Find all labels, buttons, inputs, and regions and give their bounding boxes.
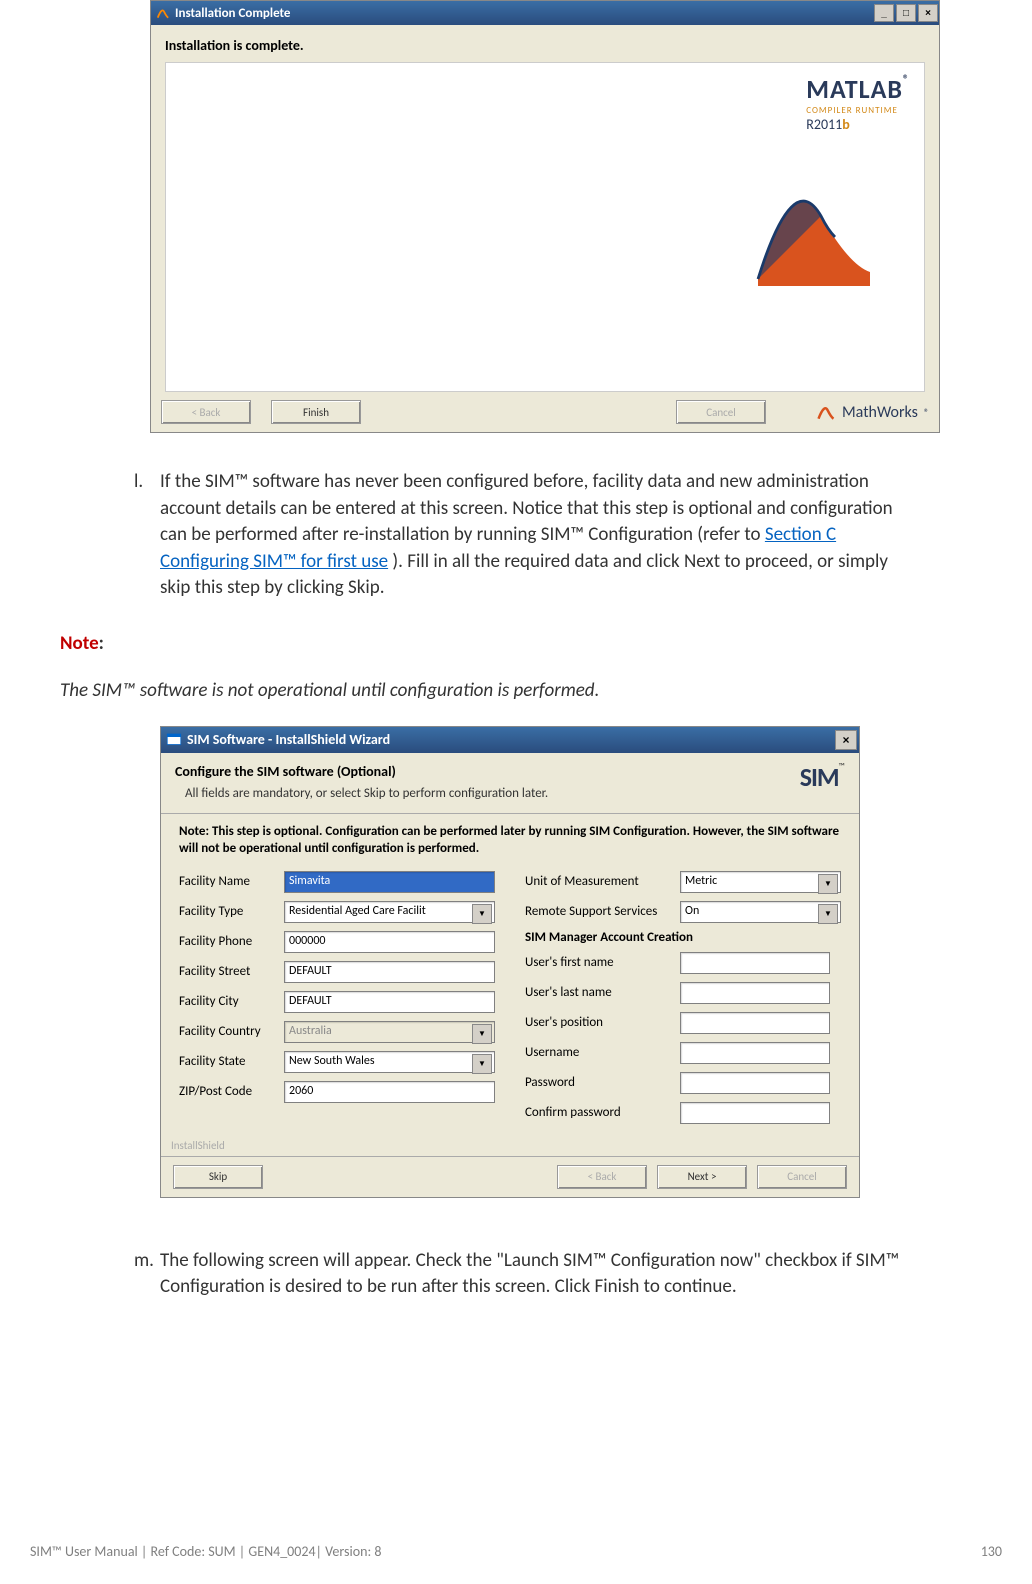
cancel-button-2: Cancel (757, 1165, 847, 1189)
confirm-password-label: Confirm password (525, 1105, 680, 1120)
window2-close-button[interactable]: × (835, 730, 857, 750)
matlab-wave-graphic (744, 153, 884, 293)
close-button[interactable]: × (918, 4, 938, 22)
password-label: Password (525, 1075, 680, 1090)
first-name-input[interactable] (680, 952, 830, 974)
maximize-button[interactable]: □ (896, 4, 916, 22)
cancel-button: Cancel (676, 400, 766, 424)
window2-titlebar: SIM Software - InstallShield Wizard × (161, 727, 859, 753)
username-input[interactable] (680, 1042, 830, 1064)
config-optional-note: Note: This step is optional. Configurati… (179, 824, 841, 858)
list-item-m: m. The following screen will appear. Che… (110, 1248, 922, 1301)
facility-phone-label: Facility Phone (179, 934, 284, 949)
facility-type-label: Facility Type (179, 904, 284, 919)
position-input[interactable] (680, 1012, 830, 1034)
last-name-label: User's last name (525, 985, 680, 1000)
matlab-installer-window: Installation Complete _ □ × Installation… (150, 0, 940, 433)
facility-state-dropdown[interactable]: New South Wales (284, 1051, 495, 1073)
facility-name-label: Facility Name (179, 874, 284, 889)
position-label: User's position (525, 1015, 680, 1030)
installshield-icon (165, 731, 183, 749)
facility-city-input[interactable]: DEFAULT (284, 991, 495, 1013)
window2-title: SIM Software - InstallShield Wizard (187, 731, 390, 748)
username-label: Username (525, 1045, 680, 1060)
remote-support-label: Remote Support Services (525, 904, 680, 919)
first-name-label: User's first name (525, 955, 680, 970)
list-item-l: l. If the SIM™ software has never been c… (110, 469, 922, 602)
window1-main-panel: MATLAB® COMPILER RUNTIME R2011b (165, 62, 925, 392)
remote-support-dropdown[interactable]: On (680, 901, 841, 923)
facility-street-input[interactable]: DEFAULT (284, 961, 495, 983)
last-name-input[interactable] (680, 982, 830, 1004)
facility-street-label: Facility Street (179, 964, 284, 979)
facility-city-label: Facility City (179, 994, 284, 1009)
confirm-password-input[interactable] (680, 1102, 830, 1124)
zip-label: ZIP/Post Code (179, 1084, 284, 1099)
sim-logo: SIM™ (800, 761, 845, 793)
page-number: 130 (981, 1543, 1002, 1560)
back-button-2: < Back (557, 1165, 647, 1189)
matlab-logo: MATLAB® COMPILER RUNTIME R2011b (806, 73, 910, 133)
document-footer: SIM™ User Manual | Ref Code: SUM | GEN4_… (30, 1543, 1002, 1560)
installer-icon (155, 5, 171, 21)
window2-header-subtitle: All fields are mandatory, or select Skip… (185, 786, 847, 801)
note-label: Note: (60, 632, 1002, 655)
facility-state-label: Facility State (179, 1054, 284, 1069)
facility-country-dropdown: Australia (284, 1021, 495, 1043)
install-complete-text: Installation is complete. (165, 37, 925, 54)
sim-installshield-window: SIM Software - InstallShield Wizard × Co… (160, 726, 860, 1198)
finish-button[interactable]: Finish (271, 400, 361, 424)
window1-title: Installation Complete (175, 6, 290, 21)
minimize-button[interactable]: _ (874, 4, 894, 22)
uom-dropdown[interactable]: Metric (680, 871, 841, 893)
back-button: < Back (161, 400, 251, 424)
zip-input[interactable]: 2060 (284, 1081, 495, 1103)
window2-footer: Skip < Back Next > Cancel (161, 1156, 859, 1197)
facility-name-input[interactable]: Simavita (284, 871, 495, 893)
uom-label: Unit of Measurement (525, 874, 680, 889)
next-button[interactable]: Next > (657, 1165, 747, 1189)
facility-type-dropdown[interactable]: Residential Aged Care Facilit (284, 901, 495, 923)
mathworks-brand: MathWorks® (816, 402, 929, 422)
note-body: The SIM™ software is not operational unt… (60, 679, 1002, 702)
window2-header: Configure the SIM software (Optional) Al… (161, 753, 859, 814)
paragraph-m: The following screen will appear. Check … (160, 1248, 922, 1301)
window2-header-title: Configure the SIM software (Optional) (175, 763, 847, 780)
skip-button[interactable]: Skip (173, 1165, 263, 1189)
facility-phone-input[interactable]: 000000 (284, 931, 495, 953)
list-marker-l: l. (110, 469, 160, 602)
window1-footer: < Back Finish Cancel MathWorks® (151, 392, 939, 432)
installshield-brand: InstallShield (161, 1139, 859, 1156)
window1-titlebar: Installation Complete _ □ × (151, 1, 939, 25)
account-creation-header: SIM Manager Account Creation (525, 930, 841, 945)
list-marker-m: m. (110, 1248, 160, 1301)
footer-left: SIM™ User Manual | Ref Code: SUM | GEN4_… (30, 1543, 381, 1560)
password-input[interactable] (680, 1072, 830, 1094)
facility-country-label: Facility Country (179, 1024, 284, 1039)
